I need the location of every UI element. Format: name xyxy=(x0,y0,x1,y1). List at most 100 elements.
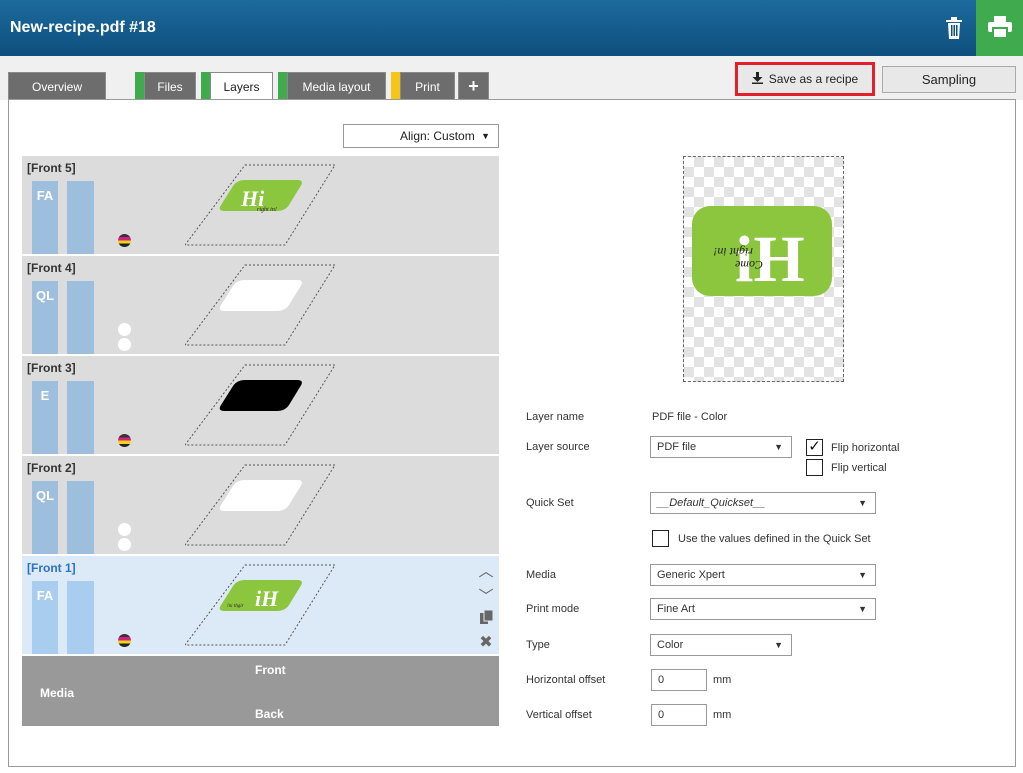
media-select[interactable]: Generic Xpert ▼ xyxy=(650,564,876,586)
use-quickset-values-label: Use the values defined in the Quick Set xyxy=(678,533,871,545)
quick-set-select[interactable]: __Default_Quickset__ ▼ xyxy=(650,492,876,514)
media-field-label: Media xyxy=(526,569,556,581)
flip-vertical-checkbox[interactable] xyxy=(806,459,823,476)
move-up-icon[interactable]: ︿ xyxy=(478,560,493,581)
flip-horizontal-checkbox[interactable]: ✓ xyxy=(806,439,823,456)
layer-thumbnail xyxy=(185,364,336,446)
tab-label: Print xyxy=(415,79,440,94)
plus-icon: + xyxy=(468,76,479,96)
trash-icon[interactable] xyxy=(938,10,970,46)
layer-name: [Front 4] xyxy=(27,261,76,275)
tab-layers[interactable]: Layers xyxy=(210,72,273,101)
caret-down-icon: ▼ xyxy=(774,442,783,452)
layer-name-label: Layer name xyxy=(526,411,585,423)
title-bar: New-recipe.pdf #18 xyxy=(0,0,1023,56)
white-ink-icon xyxy=(118,321,132,351)
svg-text:!ni thgir: !ni thgir xyxy=(227,604,244,609)
tab-label: Files xyxy=(157,79,183,94)
print-mode-value: Fine Art xyxy=(657,603,695,615)
quick-set-label: Quick Set xyxy=(526,497,574,509)
horizontal-offset-label: Horizontal offset xyxy=(526,674,606,686)
use-quickset-values-checkbox[interactable] xyxy=(652,530,669,547)
tab-media-layout-status xyxy=(278,72,287,100)
window-title: New-recipe.pdf #18 xyxy=(10,19,156,36)
layer-mode-badge: FA xyxy=(32,581,58,654)
layer-controls: ︿ ﹀ ✖ xyxy=(477,560,495,652)
tab-label: Media layout xyxy=(302,79,371,94)
media-label: Media xyxy=(40,686,75,700)
horizontal-offset-unit: mm xyxy=(713,674,732,686)
align-value: Align: Custom xyxy=(400,129,475,143)
svg-text:right in!: right in! xyxy=(257,207,277,213)
svg-text:right in!: right in! xyxy=(713,245,753,259)
tab-print[interactable]: Print xyxy=(400,72,455,100)
layer-ink-bar xyxy=(67,481,131,554)
layer-ink-bar xyxy=(67,281,131,354)
layer-source-label: Layer source xyxy=(526,441,590,453)
cmyk-icon xyxy=(118,234,131,247)
layer-row[interactable]: [Front 5] FA Hi right in! xyxy=(22,156,499,255)
type-value: Color xyxy=(657,639,684,651)
caret-down-icon: ▼ xyxy=(858,604,867,614)
layer-ink-bar xyxy=(67,581,131,654)
sampling-label: Sampling xyxy=(921,72,977,87)
caret-down-icon: ▼ xyxy=(481,131,490,141)
layer-preview: iH Come right in! Hi Come right in! xyxy=(683,156,844,382)
print-mode-select[interactable]: Fine Art ▼ xyxy=(650,598,876,620)
flip-horizontal-label: Flip horizontal xyxy=(831,442,900,454)
layer-thumbnail xyxy=(185,464,336,546)
type-select[interactable]: Color ▼ xyxy=(650,634,792,656)
layer-ink-bar xyxy=(67,381,131,454)
media-value: Generic Xpert xyxy=(657,569,725,581)
layer-mode-badge: E xyxy=(32,381,58,454)
media-section: Front Media Back xyxy=(22,656,499,726)
media-front-label[interactable]: Front xyxy=(255,663,286,677)
print-mode-label: Print mode xyxy=(526,603,580,615)
print-button[interactable] xyxy=(976,0,1023,56)
add-tab-button[interactable]: + xyxy=(458,72,489,100)
tab-overview[interactable]: Overview xyxy=(8,72,106,100)
tab-print-status xyxy=(391,72,400,100)
tab-layers-status xyxy=(201,72,210,100)
flip-vertical-label: Flip vertical xyxy=(831,462,887,474)
layer-row-selected[interactable]: [Front 1] FA iH !ni thgir ︿ ﹀ ✖ xyxy=(22,556,499,655)
layer-thumbnail: Hi right in! xyxy=(185,164,336,246)
layer-row[interactable]: [Front 4] QL xyxy=(22,256,499,355)
horizontal-offset-input[interactable]: 0 xyxy=(651,669,707,691)
layer-name: [Front 5] xyxy=(27,161,76,175)
layer-row[interactable]: [Front 3] E xyxy=(22,356,499,455)
layer-name-value: PDF file - Color xyxy=(652,411,728,423)
printer-icon xyxy=(987,15,1012,41)
tab-files-status xyxy=(135,72,144,100)
align-select[interactable]: Align: Custom ▼ xyxy=(343,124,499,148)
save-as-recipe-button[interactable]: Save as a recipe xyxy=(735,62,875,96)
tab-media-layout[interactable]: Media layout xyxy=(287,72,386,100)
vertical-offset-input[interactable]: 0 xyxy=(651,704,707,726)
save-as-recipe-label: Save as a recipe xyxy=(768,72,859,86)
layer-mode-badge: QL xyxy=(32,481,58,554)
vertical-offset-unit: mm xyxy=(713,709,732,721)
layer-name: [Front 3] xyxy=(27,361,76,375)
layer-name: [Front 2] xyxy=(27,461,76,475)
download-icon xyxy=(751,71,763,87)
layer-source-select[interactable]: PDF file ▼ xyxy=(650,436,792,458)
caret-down-icon: ▼ xyxy=(858,498,867,508)
copy-icon[interactable] xyxy=(479,609,493,628)
layer-row[interactable]: [Front 2] QL xyxy=(22,456,499,555)
type-label: Type xyxy=(526,639,550,651)
layer-source-value: PDF file xyxy=(657,441,697,453)
delete-icon[interactable]: ✖ xyxy=(479,632,492,652)
cmyk-icon xyxy=(118,634,131,647)
tab-files[interactable]: Files xyxy=(144,72,196,100)
caret-down-icon: ▼ xyxy=(774,640,783,650)
svg-text:Come: Come xyxy=(734,258,763,272)
move-down-icon[interactable]: ﹀ xyxy=(478,585,493,606)
tab-label: Layers xyxy=(223,80,260,94)
media-back-label[interactable]: Back xyxy=(255,707,284,721)
white-ink-icon xyxy=(118,521,132,551)
svg-text:iH: iH xyxy=(255,586,279,611)
caret-down-icon: ▼ xyxy=(858,570,867,580)
sampling-button[interactable]: Sampling xyxy=(882,66,1016,93)
layer-mode-badge: QL xyxy=(32,281,58,354)
vertical-offset-label: Vertical offset xyxy=(526,709,592,721)
